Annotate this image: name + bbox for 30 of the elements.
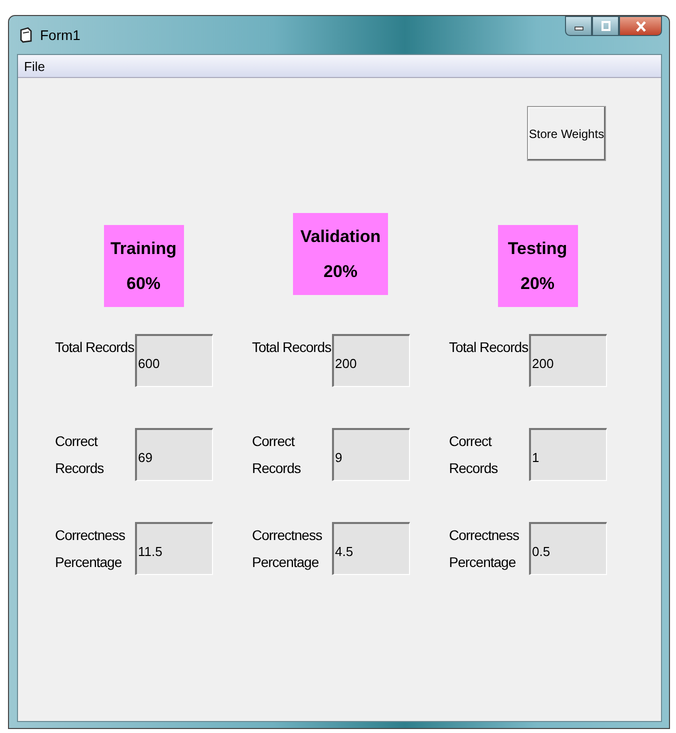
field-label: Correctness Percentage — [448, 526, 520, 572]
window-title: Form1 — [40, 27, 80, 43]
input-field[interactable]: 200 — [332, 334, 410, 387]
field-label: Total Records — [54, 338, 135, 357]
minimize-button[interactable] — [565, 16, 592, 36]
field-label: Correct Records — [251, 432, 302, 478]
maximize-icon — [600, 21, 610, 31]
section-heading: Testing 20% — [498, 225, 578, 307]
field-label: Total Records — [448, 338, 529, 357]
input-field[interactable]: 69 — [135, 428, 213, 481]
field-label: Correct Records — [54, 432, 105, 478]
store-weights-button[interactable]: Store Weights — [527, 106, 606, 161]
input-field[interactable]: 600 — [135, 334, 213, 387]
field-label: Total Records — [251, 338, 332, 357]
field-label: Correctness Percentage — [251, 526, 323, 572]
section-heading: Training 60% — [104, 225, 184, 307]
input-field[interactable]: 11.5 — [135, 522, 213, 575]
maximize-button[interactable] — [592, 16, 619, 36]
input-field[interactable]: 0.5 — [529, 522, 607, 575]
window-icon — [19, 27, 33, 43]
field-label: Correct Records — [448, 432, 499, 478]
input-field[interactable]: 9 — [332, 428, 410, 481]
close-button[interactable] — [619, 16, 662, 36]
input-field[interactable]: 4.5 — [332, 522, 410, 575]
input-field[interactable]: 1 — [529, 428, 607, 481]
field-label: Correctness Percentage — [54, 526, 126, 572]
input-field[interactable]: 200 — [529, 334, 607, 387]
section-heading: Validation 20% — [293, 213, 388, 295]
close-icon — [634, 20, 646, 32]
menu-item[interactable]: File — [24, 58, 45, 74]
